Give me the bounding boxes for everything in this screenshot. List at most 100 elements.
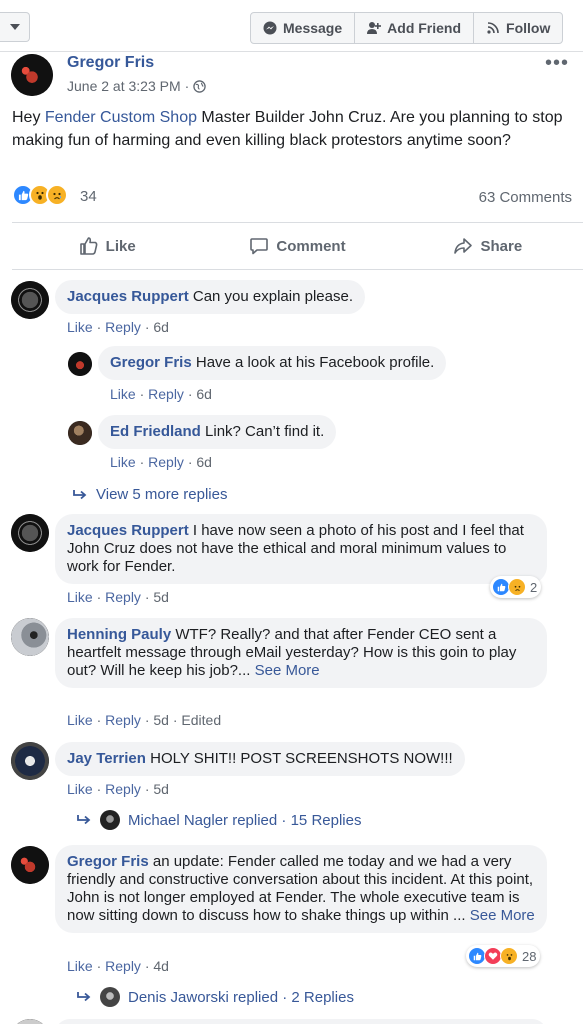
see-more-link[interactable]: See More <box>255 662 320 679</box>
view-more-label: View 5 more replies <box>96 486 228 503</box>
globe-icon <box>193 79 207 93</box>
reply-summary[interactable]: Michael Nagler replied · 15 Replies <box>76 810 361 830</box>
commenter-avatar[interactable] <box>11 846 49 884</box>
comment-reactions[interactable]: 2 <box>490 576 542 598</box>
thumbs-up-icon <box>79 237 98 255</box>
share-label: Share <box>480 237 523 255</box>
comment-like-link[interactable]: Like <box>67 712 93 728</box>
comment-text: Have a look at his Facebook profile. <box>195 354 435 371</box>
comment-reactions[interactable]: 28 <box>466 945 541 967</box>
post-mention-link[interactable]: Fender Custom Shop <box>45 109 197 126</box>
sad-reaction-icon <box>46 184 68 206</box>
reply-arrow-icon <box>73 489 87 499</box>
comment-bubble: Jay Terrien HOLY SHIT!! POST SCREENSHOTS… <box>55 742 465 776</box>
comment-actions: Like · Reply · 5d <box>67 589 169 605</box>
comment-actions: Like · Reply · 5d · Edited <box>67 712 222 728</box>
comment-author[interactable]: Gregor Fris <box>110 354 192 371</box>
follow-label: Follow <box>506 20 551 36</box>
chevron-down-icon <box>9 24 20 30</box>
comment-author[interactable]: Ed Friedland <box>110 423 201 440</box>
comment-reply-link[interactable]: Reply <box>105 589 141 605</box>
edited-label[interactable]: Edited <box>181 712 221 728</box>
comment-like-link[interactable]: Like <box>67 589 93 605</box>
rss-icon <box>487 22 499 34</box>
reactions-summary: 34 63 Comments <box>12 184 572 210</box>
post-options-icon[interactable]: ••• <box>545 52 569 75</box>
comment-bubble: Gregor Fris an update: Fender called me … <box>55 845 547 933</box>
comment-text: Link? Can’t find it. <box>205 423 325 440</box>
reaction-icons[interactable] <box>12 184 68 206</box>
comment-time[interactable]: 4d <box>153 958 169 974</box>
post-text: Hey Fender Custom Shop Master Builder Jo… <box>12 106 572 152</box>
commenter-avatar[interactable] <box>68 352 92 376</box>
reply-arrow-icon <box>77 992 91 1002</box>
like-label: Like <box>105 237 136 255</box>
comment-author[interactable]: Jacques Ruppert <box>67 522 189 539</box>
comment-like-link[interactable]: Like <box>67 319 93 335</box>
comment-like-link[interactable]: Like <box>110 454 136 470</box>
view-more-replies[interactable]: View 5 more replies <box>72 486 227 503</box>
commenter-avatar[interactable] <box>11 618 49 656</box>
share-button[interactable]: Share <box>393 223 583 269</box>
commenter-avatar[interactable] <box>11 514 49 552</box>
comment-reply-link[interactable]: Reply <box>105 319 141 335</box>
post-text-before: Hey <box>12 109 45 126</box>
comment-actions: Like · Reply · 6d <box>67 319 169 335</box>
commenter-avatar[interactable] <box>68 421 92 445</box>
replier-avatar <box>100 987 120 1007</box>
comment-reaction-count: 28 <box>522 948 537 964</box>
post-meta: June 2 at 3:23 PM · <box>67 78 207 94</box>
like-button[interactable]: Like <box>12 223 202 269</box>
add-friend-button[interactable]: Add Friend <box>355 13 475 43</box>
comment-bubble: Jacques Ruppert I have now seen a photo … <box>55 514 547 584</box>
comment-author[interactable]: Gregor Fris <box>67 853 149 870</box>
comment-reply-link[interactable]: Reply <box>105 958 141 974</box>
commenter-avatar[interactable] <box>11 742 49 780</box>
comment-actions: Like · Reply · 4d <box>67 958 169 974</box>
comment-bubble: Ed Friedland Link? Can’t find it. <box>98 415 337 449</box>
comment-time[interactable]: 6d <box>153 319 169 335</box>
comment-time[interactable]: 6d <box>196 386 212 402</box>
comment-reply-link[interactable]: Reply <box>148 454 184 470</box>
post-author-avatar[interactable] <box>11 54 53 96</box>
comment-reply-link[interactable]: Reply <box>148 386 184 402</box>
see-more-link[interactable]: See More <box>470 907 535 924</box>
comment-text: HOLY SHIT!! POST SCREENSHOTS NOW!!! <box>150 750 453 767</box>
comment-like-link[interactable]: Like <box>67 781 93 797</box>
dropdown-button[interactable] <box>0 12 30 42</box>
comment-reply-link[interactable]: Reply <box>105 781 141 797</box>
comments-count[interactable]: 63 Comments <box>479 189 572 206</box>
profile-action-bar: Message Add Friend Follow <box>0 0 583 52</box>
message-button[interactable]: Message <box>251 13 356 43</box>
commenter-avatar[interactable] <box>11 281 49 319</box>
comment-reply-link[interactable]: Reply <box>105 712 141 728</box>
post-action-row: Like Comment Share <box>12 222 583 270</box>
comment-like-link[interactable]: Like <box>110 386 136 402</box>
profile-actions: Message Add Friend Follow <box>250 12 564 44</box>
commenter-avatar[interactable] <box>11 1019 49 1024</box>
comment-time[interactable]: 6d <box>196 454 212 470</box>
comment-time[interactable]: 5d <box>153 589 169 605</box>
comment-author[interactable]: Henning Pauly <box>67 626 171 643</box>
comment-like-link[interactable]: Like <box>67 958 93 974</box>
post-date[interactable]: June 2 at 3:23 PM <box>67 78 181 94</box>
messenger-icon <box>263 21 277 35</box>
reply-summary[interactable]: Denis Jaworski replied · 2 Replies <box>76 987 354 1007</box>
comment-actions: Like · Reply · 5d <box>67 781 169 797</box>
follow-button[interactable]: Follow <box>474 13 562 43</box>
comment-time[interactable]: 5d <box>153 781 169 797</box>
comment-bubble: Jacques Ruppert Can you explain please. <box>55 280 365 314</box>
comment-author[interactable]: Jay Terrien <box>67 750 146 767</box>
comment-time[interactable]: 5d <box>153 712 169 728</box>
comment-actions: Like · Reply · 6d <box>110 386 212 402</box>
comment-author[interactable]: Jacques Ruppert <box>67 288 189 305</box>
replier-avatar <box>100 810 120 830</box>
replier-name: Michael Nagler replied <box>128 811 278 829</box>
reaction-count[interactable]: 34 <box>80 188 97 205</box>
comment-bubble <box>55 1019 547 1024</box>
comment-button[interactable]: Comment <box>202 223 392 269</box>
message-label: Message <box>283 20 343 36</box>
comment-icon <box>250 238 269 255</box>
post-author-name[interactable]: Gregor Fris <box>67 54 154 72</box>
replier-name: Denis Jaworski replied <box>128 988 279 1006</box>
